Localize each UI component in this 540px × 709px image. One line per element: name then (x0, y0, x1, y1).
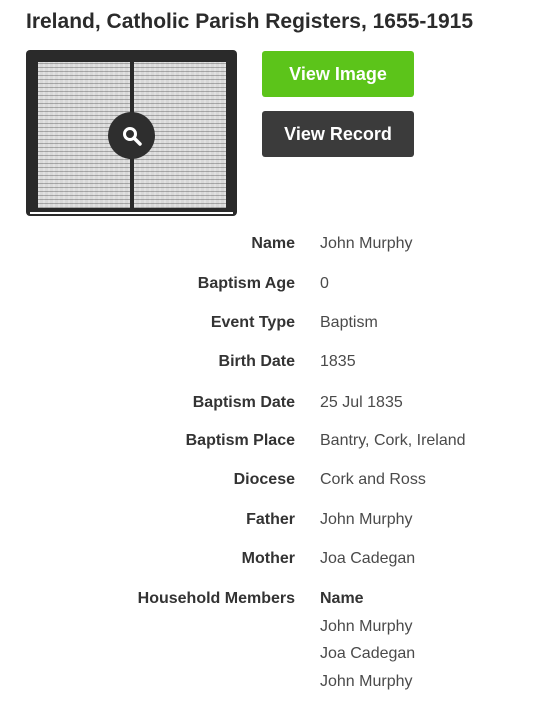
field-row-baptism-place: Baptism Place Bantry, Cork, Ireland (0, 432, 540, 456)
field-row-birth-date: Birth Date 1835 (0, 353, 540, 377)
field-label: Name (251, 235, 295, 252)
field-value: Baptism (320, 314, 378, 331)
field-label: Baptism Age (197, 275, 295, 292)
field-value: Bantry, Cork, Ireland (320, 432, 466, 449)
field-row-diocese: Diocese Cork and Ross (0, 471, 540, 495)
field-row-mother: Mother Joa Cadegan (0, 550, 540, 574)
record-image-thumbnail[interactable] (26, 50, 237, 216)
field-value: John Murphy (320, 235, 413, 252)
field-label: Birth Date (218, 353, 295, 370)
field-row-name: Name John Murphy (0, 235, 540, 259)
thumbnail-underline (30, 212, 233, 214)
field-value: 25 Jul 1835 (320, 394, 403, 411)
household-members-row: Household Members (0, 590, 540, 614)
household-member: Joa Cadegan (320, 645, 416, 662)
household-member: John Murphy (320, 618, 413, 635)
field-row-baptism-age: Baptism Age 0 (0, 275, 540, 299)
field-value: Cork and Ross (320, 471, 426, 488)
magnifier-icon[interactable] (108, 112, 155, 159)
page-title: Ireland, Catholic Parish Registers, 1655… (26, 10, 474, 33)
field-label: Baptism Date (192, 394, 295, 411)
field-label: Father (246, 511, 295, 528)
field-value: Joa Cadegan (320, 550, 416, 567)
field-label: Baptism Place (185, 432, 295, 449)
field-label: Mother (241, 550, 295, 567)
household-member: John Murphy (320, 673, 413, 690)
household-members-label: Household Members (137, 590, 295, 607)
field-value: 0 (320, 275, 329, 292)
field-row-event-type: Event Type Baptism (0, 314, 540, 338)
field-row-baptism-date: Baptism Date 25 Jul 1835 (0, 394, 540, 418)
view-image-button[interactable]: View Image (262, 51, 414, 97)
household-name-header: Name (320, 590, 364, 607)
field-row-father: Father John Murphy (0, 511, 540, 535)
view-record-button[interactable]: View Record (262, 111, 414, 157)
field-label: Diocese (233, 471, 295, 488)
field-label: Event Type (210, 314, 295, 331)
field-value: 1835 (320, 353, 356, 370)
field-value: John Murphy (320, 511, 413, 528)
